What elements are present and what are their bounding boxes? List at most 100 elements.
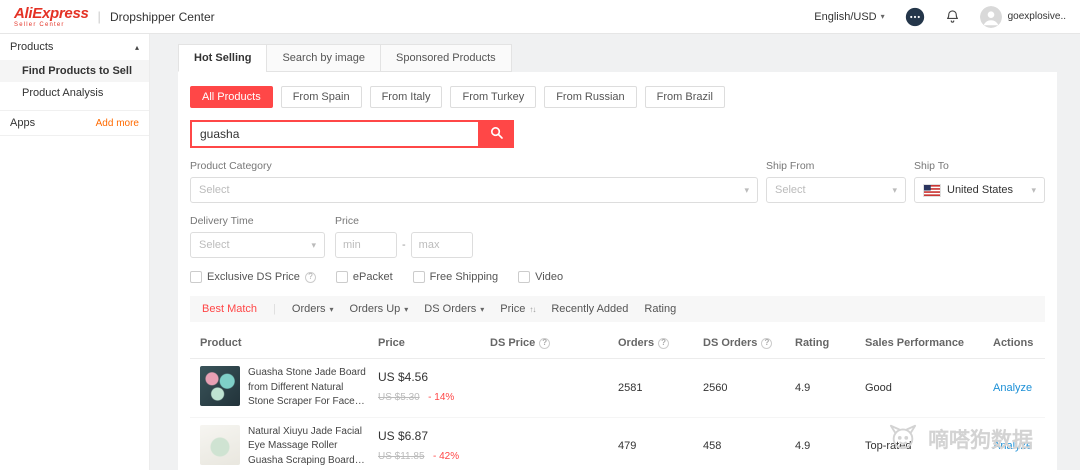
price-original: US $5.30 [378, 392, 420, 404]
product-image[interactable] [200, 424, 240, 465]
price-current: US $4.56 [378, 370, 429, 385]
info-icon: ? [304, 271, 316, 283]
chevron-down-icon: ▾ [404, 304, 409, 314]
analyze-link[interactable]: Analyze [985, 382, 1045, 394]
tab-sponsored-products[interactable]: Sponsored Products [380, 44, 512, 72]
username: goexplosive.. [1007, 11, 1066, 22]
sort-divider: | [273, 303, 276, 315]
info-icon: ? [658, 337, 670, 349]
sort-ds-orders[interactable]: DS Orders ▾ [424, 303, 484, 315]
language-currency-selector[interactable]: English/USD ▾ [814, 11, 884, 23]
checkbox-epacket[interactable]: ePacket [335, 271, 393, 283]
tab-hot-selling[interactable]: Hot Selling [178, 44, 267, 72]
sidebar-section-apps[interactable]: Apps Add more [0, 110, 149, 136]
discount-badge: - 42% [432, 450, 460, 462]
col-rating: Rating [795, 337, 830, 349]
app-title: Dropshipper Center [109, 9, 215, 24]
checkbox-video[interactable]: Video [518, 271, 563, 283]
main-content: Hot Selling Search by image Sponsored Pr… [150, 34, 1080, 470]
product-title[interactable]: Guasha Stone Jade Board from Different N… [248, 366, 370, 410]
delivery-time-select[interactable]: Select ▾ [190, 232, 325, 258]
sort-recently-added[interactable]: Recently Added [551, 303, 628, 315]
delivery-time-label: Delivery Time [190, 215, 254, 227]
notifications-bell-icon[interactable] [945, 9, 960, 24]
chevron-down-icon: ▾ [880, 12, 885, 21]
sort-arrows-icon: ↑↓ [529, 304, 536, 314]
orders-value: 479 [618, 440, 637, 453]
avatar [979, 5, 1002, 28]
sort-best-match[interactable]: Best Match [202, 303, 257, 315]
checkbox-box [335, 271, 348, 283]
product-category-label: Product Category [190, 160, 272, 172]
header-right: English/USD ▾ goexplosive.. [814, 5, 1066, 28]
messages-icon[interactable] [905, 7, 925, 27]
logo-text: AliExpress [14, 4, 89, 22]
rating-value: 4.9 [795, 440, 811, 453]
ship-to-select[interactable]: United States ▾ [914, 177, 1045, 203]
sales-performance-value: Good [865, 381, 892, 394]
chevron-down-icon: ▾ [744, 184, 749, 195]
product-category-select[interactable]: Select ▾ [190, 177, 758, 203]
search-bar [190, 120, 1045, 148]
col-product: Product [200, 337, 242, 349]
sidebar-item-product-analysis[interactable]: Product Analysis [0, 82, 149, 104]
sidebar-item-find-products[interactable]: Find Products to Sell [0, 60, 149, 82]
sidebar-apps-label: Apps [10, 117, 36, 129]
chevron-down-icon: ▾ [480, 304, 485, 314]
info-icon: ? [539, 337, 551, 349]
checkbox-exclusive-ds-price[interactable]: Exclusive DS Price ? [190, 271, 316, 283]
rating-value: 4.9 [795, 381, 811, 394]
pill-all-products[interactable]: All Products [190, 86, 273, 108]
product-image[interactable] [200, 366, 240, 406]
checkbox-box [190, 271, 202, 283]
discount-badge: - 14% [428, 392, 455, 404]
top-header: AliExpress Seller Center | Dropshipper C… [0, 0, 1080, 34]
price-range-dash: - [402, 239, 406, 251]
col-ds-orders: DS Orders ? [695, 337, 787, 349]
hot-selling-panel: All Products From Spain From Italy From … [178, 72, 1057, 470]
tab-search-by-image[interactable]: Search by image [266, 44, 380, 72]
checkbox-filters: Exclusive DS Price ? ePacket Free Shippi… [190, 271, 1045, 283]
table-header: Product Price DS Price ? Orders ? DS Ord… [190, 328, 1045, 359]
sidebar-item-label: Product Analysis [22, 87, 104, 99]
ds-orders-value: 2560 [703, 381, 728, 394]
search-icon [489, 125, 504, 143]
aliexpress-logo[interactable]: AliExpress Seller Center [14, 6, 89, 28]
sort-price[interactable]: Price ↑↓ [500, 303, 536, 315]
search-button[interactable] [478, 120, 514, 148]
pill-from-spain[interactable]: From Spain [280, 86, 362, 108]
language-label: English/USD [814, 10, 877, 23]
sidebar: Products ▴ Find Products to Sell Product… [0, 34, 150, 470]
price-range-label: Price [335, 215, 359, 227]
sort-orders-up[interactable]: Orders Up ▾ [350, 303, 409, 315]
col-orders: Orders ? [610, 337, 695, 349]
sort-rating[interactable]: Rating [644, 303, 676, 315]
ds-orders-value: 458 [703, 440, 722, 453]
analyze-link[interactable]: Analyze [985, 440, 1045, 452]
col-ds-price: DS Price ? [482, 337, 610, 349]
table-row: Natural Xiuyu Jade Facial Eye Massage Ro… [190, 418, 1045, 470]
price-max-input[interactable] [410, 232, 473, 258]
add-more-link[interactable]: Add more [96, 118, 139, 129]
logo-subtext: Seller Center [14, 21, 65, 28]
price-min-input[interactable] [335, 232, 397, 258]
pill-from-turkey[interactable]: From Turkey [450, 86, 537, 108]
chevron-down-icon: ▾ [1031, 184, 1036, 195]
pill-from-italy[interactable]: From Italy [369, 86, 443, 108]
pill-from-russian[interactable]: From Russian [544, 86, 637, 108]
search-input[interactable] [190, 120, 478, 148]
product-title[interactable]: Natural Xiuyu Jade Facial Eye Massage Ro… [248, 425, 370, 469]
ship-from-select[interactable]: Select ▾ [766, 177, 906, 203]
ship-to-value: United States [947, 184, 1014, 196]
chevron-down-icon: ▾ [892, 184, 897, 195]
pill-from-brazil[interactable]: From Brazil [644, 86, 725, 108]
region-filter-pills: All Products From Spain From Italy From … [190, 86, 1045, 108]
us-flag-icon [923, 183, 941, 197]
account-menu[interactable]: goexplosive.. [979, 5, 1066, 28]
checkbox-free-shipping[interactable]: Free Shipping [412, 271, 498, 283]
sidebar-section-products[interactable]: Products ▴ [0, 34, 149, 60]
chevron-down-icon: ▾ [329, 304, 334, 314]
sort-orders[interactable]: Orders ▾ [292, 303, 334, 315]
table-row: Guasha Stone Jade Board from Different N… [190, 359, 1045, 418]
filter-row-primary: Product Category Select ▾ Ship From Sele… [190, 148, 1045, 203]
